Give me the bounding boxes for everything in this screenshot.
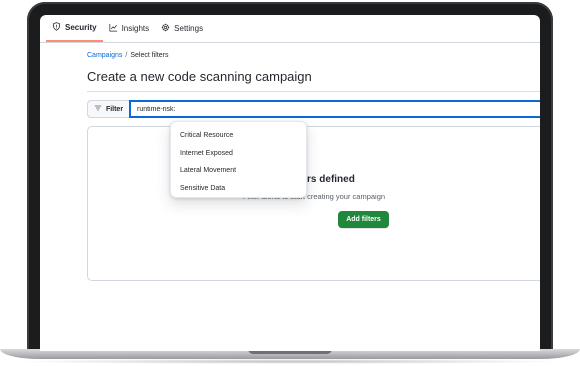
shield-icon [52, 22, 61, 33]
breadcrumb-separator: / [125, 52, 128, 59]
filter-button[interactable]: Filter [87, 100, 129, 118]
tab-bar: Security Insights Settings [40, 15, 540, 43]
dropdown-option-critical-resource[interactable]: Critical Resource [171, 127, 306, 145]
dropdown-option-lateral-movement[interactable]: Lateral Movement [171, 162, 306, 180]
filter-search-input[interactable] [129, 100, 540, 118]
tab-security[interactable]: Security [46, 15, 103, 42]
breadcrumb: Campaigns / Select filters [87, 52, 169, 59]
tab-label: Settings [174, 24, 204, 33]
add-filters-button[interactable]: Add filters [338, 211, 389, 228]
laptop-shadow [10, 359, 570, 364]
graph-icon [109, 23, 118, 34]
empty-state-panel [87, 126, 540, 281]
gear-icon [161, 23, 170, 34]
app-screen: Security Insights Settings Campaigns / Sel… [40, 15, 540, 351]
dropdown-option-sensitive-data[interactable]: Sensitive Data [171, 180, 306, 198]
dropdown-option-internet-exposed[interactable]: Internet Exposed [171, 145, 306, 163]
tab-label: Insights [121, 24, 150, 33]
filter-bar: Filter [87, 100, 540, 118]
tab-insights[interactable]: Insights [103, 15, 156, 42]
breadcrumb-current: Select filters [130, 52, 169, 59]
tab-settings[interactable]: Settings [155, 15, 209, 42]
title-divider [87, 91, 540, 92]
page-title: Create a new code scanning campaign [87, 69, 312, 84]
breadcrumb-link-campaigns[interactable]: Campaigns [87, 52, 122, 59]
filter-suggestions-dropdown: Critical Resource Internet Exposed Later… [170, 121, 307, 198]
tab-label: Security [65, 23, 97, 32]
filter-button-label: Filter [105, 105, 124, 113]
laptop-frame: Security Insights Settings Campaigns / Sel… [0, 0, 580, 366]
filter-icon [94, 104, 102, 114]
